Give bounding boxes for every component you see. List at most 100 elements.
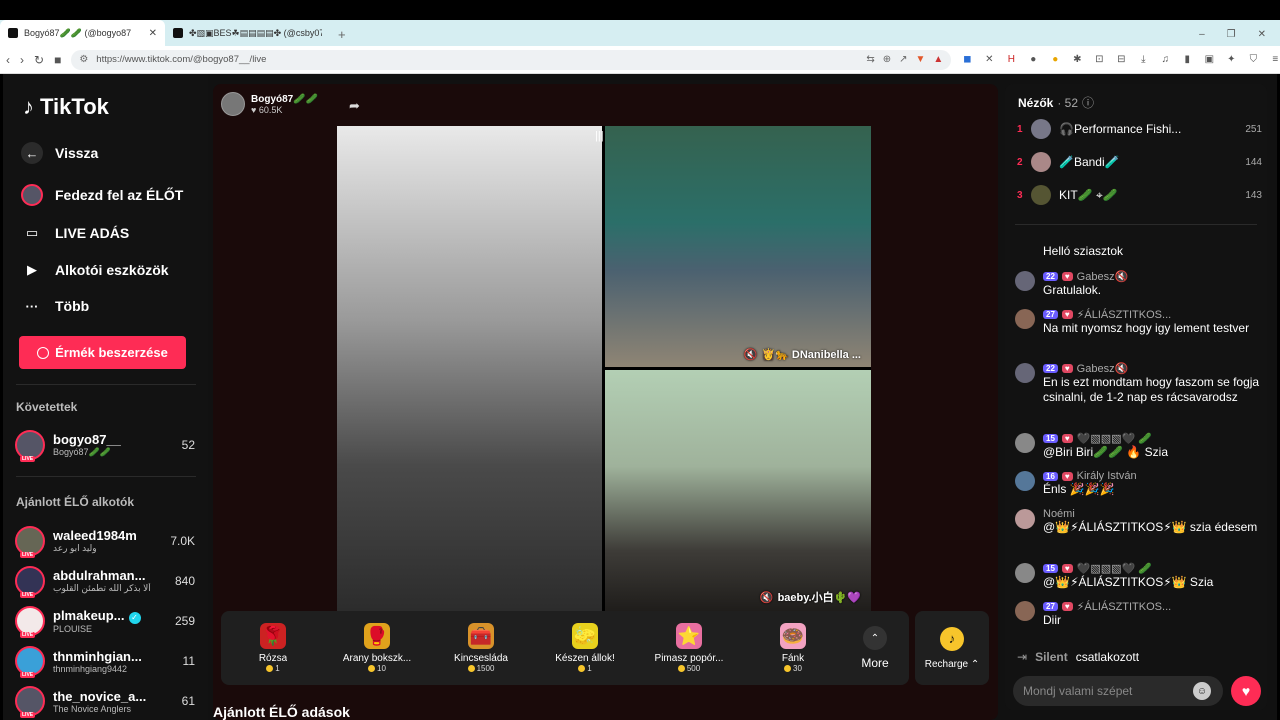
avatar[interactable] <box>1015 563 1035 583</box>
browser-tab-2[interactable]: ✤▧▣BES☘︎▤▤▤▤✤ (@csby07 <box>165 20 330 46</box>
extension-icon[interactable]: ● <box>1049 54 1061 65</box>
back-nav-item[interactable]: ← Vissza <box>21 142 98 164</box>
get-coins-button[interactable]: Érmék beszerzése <box>19 336 186 369</box>
more-gifts-button[interactable]: ⌃ More <box>845 626 905 670</box>
creator-tools-icon: ▶ <box>27 262 37 277</box>
coin-icon <box>368 665 376 672</box>
share-icon[interactable]: ➦ <box>349 98 360 114</box>
translate-icon[interactable]: ⇆ <box>866 54 874 65</box>
reload-icon[interactable]: ↻ <box>34 53 44 67</box>
message-user[interactable]: 22 ♥ Gabesz🔇 <box>1043 270 1263 283</box>
following-heading: Követettek <box>16 400 78 414</box>
viewers-header[interactable]: Nézők · 52 ⓘ <box>1018 94 1094 111</box>
browser-tab-1[interactable]: Bogyó87🥒🥒 (@bogyo87 ✕ <box>0 20 165 46</box>
address-bar[interactable]: ⚙ https://www.tiktok.com/@bogyo87__/live… <box>71 49 952 70</box>
tiktok-favicon-icon <box>8 28 18 38</box>
creator-tools-nav-item[interactable]: ▶ Alkotói eszközök <box>21 259 169 281</box>
os-top-bar <box>0 0 1280 20</box>
message-user[interactable]: 27 ♥ ⚡ÁLIÁSZTITKOS... <box>1043 308 1263 321</box>
avatar[interactable] <box>1015 433 1035 453</box>
info-icon[interactable]: ⓘ <box>1082 94 1094 111</box>
sidebar-toggle-icon[interactable]: ▮ <box>1181 54 1193 65</box>
top-viewer[interactable]: 2 🧪Bandi🧪 144 <box>1017 151 1262 173</box>
gift-item[interactable]: 🧽 Készen állok! 1 <box>533 623 637 673</box>
minimize-icon[interactable]: – <box>1199 29 1205 40</box>
gift-item[interactable]: 🌹 Rózsa 1 <box>221 623 325 673</box>
avatar[interactable] <box>1015 471 1035 491</box>
extension-icon[interactable]: ⊟ <box>1115 54 1127 65</box>
chat-message: 22 ♥ Gabesz🔇 Gratulalok. <box>1015 270 1263 298</box>
live-video[interactable]: ||| 🔇 👸🐆 DNanibella ... 🔇 baeby.小白🌵💜 <box>337 126 871 611</box>
recommended-account[interactable]: LIVE thnminhgian... thnminhgiang9442 11 <box>15 644 195 678</box>
extension-icon[interactable]: ◼ <box>961 54 973 65</box>
gift-item[interactable]: ⭐ Pimasz popór... 500 <box>637 623 741 673</box>
joined-text: csatlakozott <box>1075 650 1140 664</box>
recharge-button[interactable]: ♪ Recharge ⌃ <box>915 611 989 685</box>
more-nav-item[interactable]: ··· Több <box>21 295 90 317</box>
explore-live-nav-item[interactable]: Fedezd fel az ÉLŐT <box>21 184 183 206</box>
gift-name: Pimasz popór... <box>654 653 724 664</box>
extension-icon[interactable]: ✕ <box>983 54 995 65</box>
guest-video-feed[interactable]: 🔇 baeby.小白🌵💜 <box>605 370 871 611</box>
message-user[interactable]: 15 ♥ 🖤▧▧▧🖤 🥒 <box>1043 562 1263 575</box>
extension-icon[interactable]: H <box>1005 54 1017 65</box>
brave-shield-icon[interactable]: ▼ <box>916 54 926 65</box>
message-user[interactable]: 22 ♥ Gabesz🔇 <box>1043 362 1263 375</box>
recommended-account[interactable]: LIVE the_novice_a... The Novice Anglers … <box>15 684 195 718</box>
bookmark-icon[interactable]: ■ <box>54 53 61 67</box>
emoji-icon[interactable]: ☺ <box>1193 682 1211 700</box>
new-tab-icon[interactable]: + <box>330 27 354 46</box>
gift-price-value: 1 <box>275 664 280 673</box>
media-icon[interactable]: ♫ <box>1159 54 1171 65</box>
recommended-account[interactable]: LIVE waleed1984m وليد ابو رعد 7.0K <box>15 524 195 558</box>
logo-text: TikTok <box>40 94 109 119</box>
top-viewer[interactable]: 1 🎧Performance Fishi... 251 <box>1017 118 1262 140</box>
back-icon[interactable]: ‹ <box>6 53 10 67</box>
top-viewer[interactable]: 3 KIT🥒 ⌖🥒 143 <box>1017 184 1262 206</box>
username: Király István <box>1076 470 1137 482</box>
ai-icon[interactable]: ✦ <box>1225 54 1237 65</box>
menu-icon[interactable]: ≡ <box>1269 54 1280 65</box>
message-user[interactable]: 15 ♥ 🖤▧▧▧🖤 🥒 <box>1043 432 1263 445</box>
extension-icon[interactable]: ⊡ <box>1093 54 1105 65</box>
share-page-icon[interactable]: ↗ <box>899 54 907 65</box>
following-account[interactable]: LIVE bogyo87__ Bogyó87🥒🥒 52 <box>15 428 195 462</box>
vpn-icon[interactable]: ⛉ <box>1247 54 1259 65</box>
host-info[interactable]: Bogyó87🥒🥒 ♥ 60.5K <box>221 92 318 116</box>
avatar[interactable] <box>1015 309 1035 329</box>
gift-item[interactable]: 🥊 Arany bokszk... 10 <box>325 623 429 673</box>
avatar[interactable] <box>1015 509 1035 529</box>
close-window-icon[interactable]: ✕ <box>1258 29 1266 40</box>
viewer-name: 🎧Performance Fishi... <box>1059 122 1182 136</box>
zoom-icon[interactable]: ⊕ <box>883 54 891 65</box>
recommended-lives-heading: Ajánlott ÉLŐ adások <box>213 704 350 720</box>
rewards-icon[interactable]: ▲ <box>933 54 943 65</box>
like-heart-icon[interactable]: ♥ <box>1231 676 1261 706</box>
forward-icon[interactable]: › <box>20 53 24 67</box>
sidebar: ♪ TikTok ← Vissza Fedezd fel az ÉLŐT ▭ L… <box>3 74 208 720</box>
download-icon[interactable]: ⤓ <box>1137 54 1149 65</box>
message-user[interactable]: 16 ♥ Király István <box>1043 470 1263 482</box>
avatar[interactable] <box>1015 271 1035 291</box>
url-text: https://www.tiktok.com/@bogyo87__/live <box>96 54 267 65</box>
live-broadcast-nav-item[interactable]: ▭ LIVE ADÁS <box>21 222 129 244</box>
tiktok-logo[interactable]: ♪ TikTok <box>23 94 109 120</box>
chat-input[interactable] <box>1013 676 1223 706</box>
wallet-icon[interactable]: ▣ <box>1203 54 1215 65</box>
puzzle-icon[interactable]: ✱ <box>1071 54 1083 65</box>
treasure-chest-gift-icon: 🧰 <box>468 623 494 649</box>
gift-item[interactable]: 🧰 Kincsesláda 1500 <box>429 623 533 673</box>
site-info-icon[interactable]: ⚙ <box>79 54 88 65</box>
recommended-account[interactable]: LIVE plmakeup... ✓ PLOUISE 259 <box>15 604 195 638</box>
extension-icon[interactable]: ● <box>1027 54 1039 65</box>
close-tab-icon[interactable]: ✕ <box>149 28 157 39</box>
message-user[interactable]: 27 ♥ ⚡ÁLIÁSZTITKOS... <box>1043 600 1263 613</box>
maximize-icon[interactable]: ❐ <box>1227 29 1236 40</box>
message-user[interactable]: Noémi <box>1043 508 1263 520</box>
recommended-account[interactable]: LIVE abdulrahman... ألا بذكر الله تطمئن … <box>15 564 195 598</box>
avatar[interactable] <box>1015 363 1035 383</box>
gift-item[interactable]: 🍩 Fánk 30 <box>741 623 845 673</box>
guest-video-feed[interactable]: 🔇 👸🐆 DNanibella ... <box>605 126 871 367</box>
level-badge: 15 <box>1043 434 1058 443</box>
avatar[interactable] <box>1015 601 1035 621</box>
